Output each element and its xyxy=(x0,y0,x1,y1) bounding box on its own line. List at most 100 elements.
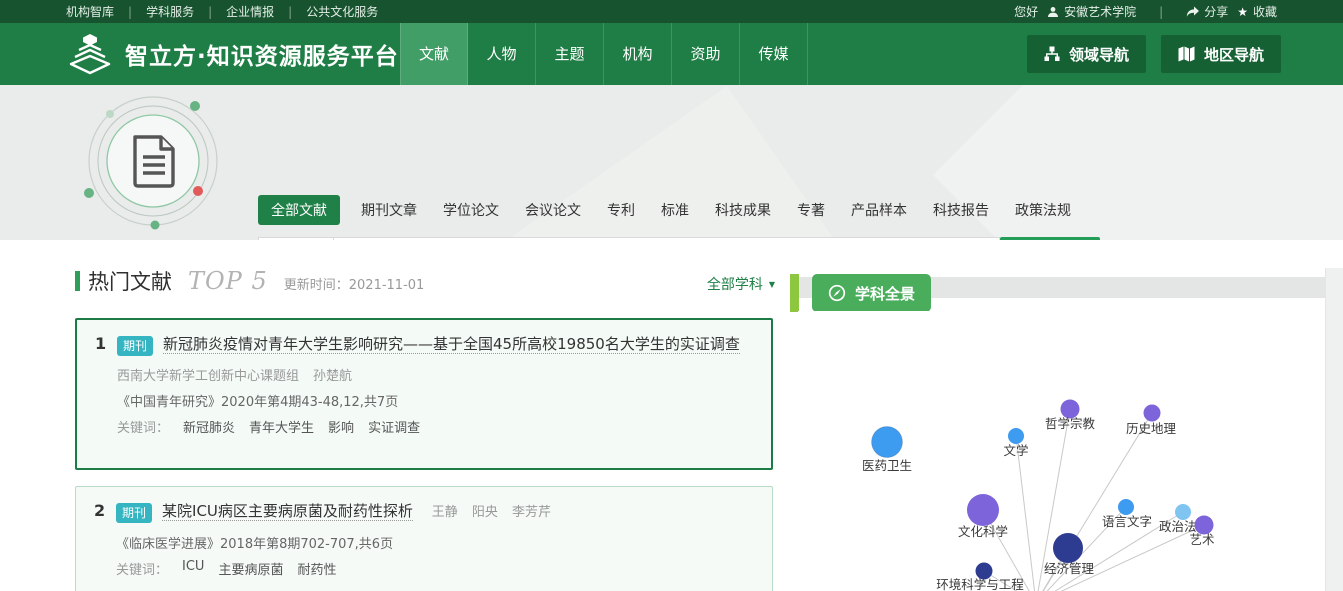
doc-source[interactable]: 《中国青年研究》2020年第4期43-48,12,共7页 xyxy=(117,391,753,410)
cube-logo-icon xyxy=(66,30,114,78)
bubble-label-language: 语言文字 xyxy=(1102,514,1152,529)
share-button[interactable]: 分享 xyxy=(1186,3,1228,20)
search-bar: 中文 ▼ 检索 xyxy=(258,237,1100,240)
doc-source[interactable]: 《临床医学进展》2018年第8期702-707,共6页 xyxy=(116,533,754,552)
bubble-language[interactable] xyxy=(1118,499,1134,515)
keywords-label: 关键词： xyxy=(117,417,169,436)
keyword-link[interactable]: 影响 xyxy=(328,417,354,436)
favorite-button[interactable]: ★ 收藏 xyxy=(1237,3,1277,20)
document-rings-decoration xyxy=(62,91,244,237)
top-link-institution-thinktank[interactable]: 机构智库 xyxy=(66,3,114,20)
language-select[interactable]: 中文 ▼ xyxy=(258,237,334,240)
rank-number: 2 xyxy=(94,498,116,520)
hot-docs-header: 热门文献 TOP 5 更新时间：2021-11-01 全部学科 ▼ xyxy=(75,266,775,296)
type-tab-product-samples[interactable]: 产品样本 xyxy=(846,195,912,225)
lime-accent-strip xyxy=(790,274,799,312)
doc-authors: 西南大学新学工创新中心课题组 孙楚航 xyxy=(117,365,753,384)
type-tab-dissertations[interactable]: 学位论文 xyxy=(438,195,504,225)
bubble-culture-science[interactable] xyxy=(967,494,999,526)
bubble-label-art: 艺术 xyxy=(1189,532,1215,547)
bubble-politics-law[interactable] xyxy=(1175,504,1191,520)
nav-tab-topics[interactable]: 主题 xyxy=(536,23,604,85)
journal-badge: 期刊 xyxy=(116,503,152,523)
author-link[interactable]: 王静 xyxy=(432,505,458,520)
divider: | xyxy=(128,5,132,19)
nav-tab-funding[interactable]: 资助 xyxy=(672,23,740,85)
bubble-medical-health[interactable] xyxy=(872,427,903,458)
doc-title-row: 2 期刊 某院ICU病区主要病原菌及耐药性探析 王静 阳央 李芳芹 xyxy=(94,498,754,526)
section-accent-bar xyxy=(75,271,80,291)
doc-authors: 王静 阳央 李芳芹 xyxy=(432,505,561,520)
hot-doc-item-2[interactable]: 2 期刊 某院ICU病区主要病原菌及耐药性探析 王静 阳央 李芳芹 《临床医学进… xyxy=(75,486,773,591)
bubble-label-medical-health: 医药卫生 xyxy=(862,458,912,473)
user-icon xyxy=(1047,6,1059,18)
subject-panorama-tab[interactable]: 学科全景 xyxy=(812,274,931,312)
top-link-enterprise-intel[interactable]: 企业情报 xyxy=(226,3,274,20)
nav-tab-people[interactable]: 人物 xyxy=(468,23,536,85)
header-nav-buttons: 领域导航 地区导航 xyxy=(1027,35,1281,73)
share-icon xyxy=(1186,6,1199,18)
subject-filter-dropdown[interactable]: 全部学科 ▼ xyxy=(707,274,775,294)
doc-keywords: 关键词： ICU 主要病原菌 耐药性 xyxy=(116,559,754,578)
author-link[interactable]: 阳央 xyxy=(472,505,498,520)
region-navigation-button[interactable]: 地区导航 xyxy=(1161,35,1281,73)
update-time: 更新时间：2021-11-01 xyxy=(284,274,425,293)
divider: | xyxy=(208,5,212,19)
type-tab-patents[interactable]: 专利 xyxy=(602,195,640,225)
type-tab-conference-papers[interactable]: 会议论文 xyxy=(520,195,586,225)
map-icon xyxy=(1178,46,1195,62)
region-navigation-label: 地区导航 xyxy=(1204,44,1264,65)
keyword-link[interactable]: 青年大学生 xyxy=(249,417,314,436)
top-link-public-culture[interactable]: 公共文化服务 xyxy=(306,3,378,20)
chevron-down-icon: ▼ xyxy=(769,280,775,289)
keyword-link[interactable]: 新冠肺炎 xyxy=(183,417,235,436)
hot-doc-item-1[interactable]: 1 期刊 新冠肺炎疫情对青年大学生影响研究——基于全国45所高校19850名大学… xyxy=(75,318,773,470)
nav-tab-documents[interactable]: 文献 xyxy=(400,23,468,85)
rank-number: 1 xyxy=(95,331,117,353)
bubble-economics-management[interactable] xyxy=(1053,533,1083,563)
type-tab-policies-regulations[interactable]: 政策法规 xyxy=(1010,195,1076,225)
type-tab-standards[interactable]: 标准 xyxy=(656,195,694,225)
search-input[interactable] xyxy=(334,237,1000,240)
keyword-link[interactable]: 耐药性 xyxy=(297,559,336,578)
bubble-label-philosophy-religion: 哲学宗教 xyxy=(1045,416,1096,431)
page: 机构智库 | 学科服务 | 企业情报 | 公共文化服务 您好 安徽艺术学院 | … xyxy=(0,0,1343,591)
type-tab-journal-articles[interactable]: 期刊文章 xyxy=(356,195,422,225)
doc-title-link[interactable]: 新冠肺炎疫情对青年大学生影响研究——基于全国45所高校19850名大学生的实证调… xyxy=(163,335,740,354)
site-logo[interactable]: 智立方·知识资源服务平台 xyxy=(66,30,399,78)
keyword-link[interactable]: ICU xyxy=(182,559,204,578)
subject-filter-label: 全部学科 xyxy=(707,274,763,294)
subject-panorama-label: 学科全景 xyxy=(855,283,915,304)
main-header: 智立方·知识资源服务平台 文献 人物 主题 机构 资助 传媒 领域导航 xyxy=(0,23,1343,85)
greeting-text: 您好 xyxy=(1014,3,1038,20)
doc-title: 某院ICU病区主要病原菌及耐药性探析 王静 阳央 李芳芹 xyxy=(162,498,561,526)
share-label: 分享 xyxy=(1204,3,1228,20)
nav-tab-media[interactable]: 传媒 xyxy=(740,23,808,85)
bubble-literature[interactable] xyxy=(1008,428,1024,444)
doc-title-link[interactable]: 某院ICU病区主要病原菌及耐药性探析 xyxy=(162,502,413,521)
type-tab-all-documents[interactable]: 全部文献 xyxy=(258,195,340,225)
search-button[interactable]: 检索 xyxy=(1000,237,1100,240)
bubble-label-culture-science: 文化科学 xyxy=(958,524,1008,539)
keyword-link[interactable]: 实证调查 xyxy=(368,417,420,436)
type-tab-monographs[interactable]: 专著 xyxy=(792,195,830,225)
document-type-tabs: 全部文献 期刊文章 学位论文 会议论文 专利 标准 科技成果 专著 产品样本 科… xyxy=(258,195,1076,225)
subject-panorama-chart: 政治法律 医药卫生 文学 哲学宗教 历史地理 文化科学 语言文字 艺术 经济管理… xyxy=(798,311,1325,591)
author-link[interactable]: 西南大学新学工创新中心课题组 xyxy=(117,365,299,384)
favorite-label: 收藏 xyxy=(1253,3,1277,20)
bubble-history-geography[interactable] xyxy=(1144,405,1161,422)
author-link[interactable]: 孙楚航 xyxy=(313,365,352,384)
document-icon xyxy=(135,137,173,186)
author-link[interactable]: 李芳芹 xyxy=(512,505,551,520)
nav-tab-institutions[interactable]: 机构 xyxy=(604,23,672,85)
bubble-label-economics-management: 经济管理 xyxy=(1044,561,1095,576)
primary-nav: 文献 人物 主题 机构 资助 传媒 xyxy=(400,23,808,85)
top-link-subject-service[interactable]: 学科服务 xyxy=(146,3,194,20)
top5-label: TOP 5 xyxy=(188,267,268,295)
search-section: 全部文献 期刊文章 学位论文 会议论文 专利 标准 科技成果 专著 产品样本 科… xyxy=(0,85,1343,240)
type-tab-scitech-achievements[interactable]: 科技成果 xyxy=(710,195,776,225)
domain-navigation-button[interactable]: 领域导航 xyxy=(1027,35,1146,73)
account-link[interactable]: 安徽艺术学院 xyxy=(1047,3,1136,20)
keyword-link[interactable]: 主要病原菌 xyxy=(218,559,283,578)
type-tab-scitech-reports[interactable]: 科技报告 xyxy=(928,195,994,225)
